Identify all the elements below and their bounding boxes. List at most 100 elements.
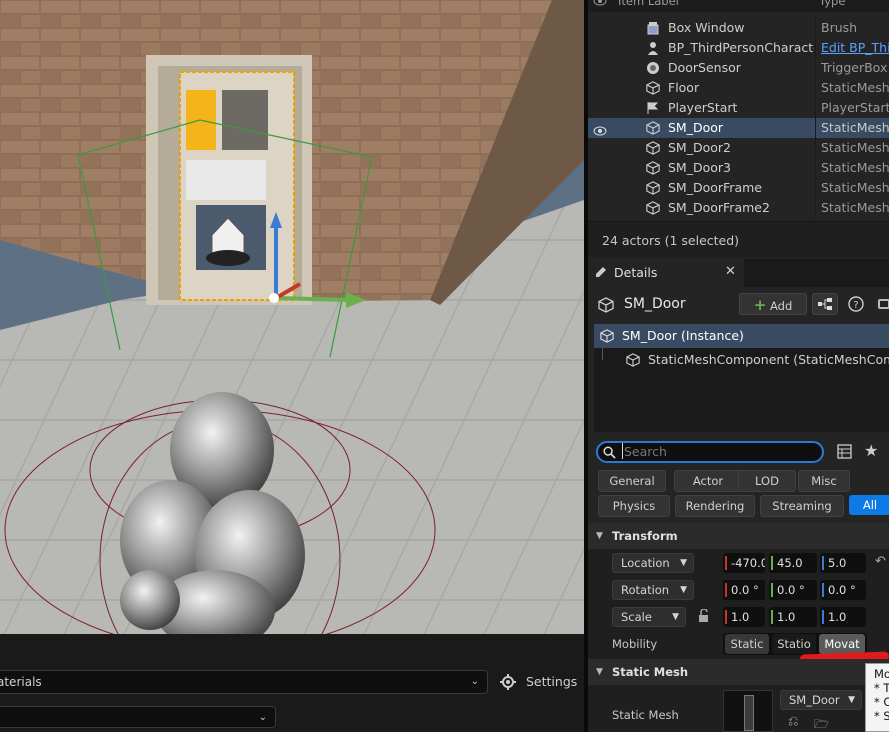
rotation-dropdown[interactable]: Rotation ▼ <box>612 580 694 600</box>
location-dropdown[interactable]: Location ▼ <box>612 553 694 573</box>
outliner-row-type[interactable]: Edit BP_Thir <box>821 38 889 58</box>
outliner-row-type: TriggerBox <box>821 60 888 75</box>
svg-text:?: ? <box>853 300 858 311</box>
level-viewport[interactable] <box>0 0 584 634</box>
scale-y-field[interactable]: 1.0 <box>769 607 817 627</box>
static-mesh-icon <box>646 141 660 155</box>
help-icon[interactable]: ? <box>848 296 864 312</box>
outliner-row-label: SM_Door3 <box>668 160 731 175</box>
outliner-row-label: PlayerStart <box>668 100 738 115</box>
mobility-static-button[interactable]: Static <box>725 634 769 654</box>
component-row-staticmesh[interactable]: StaticMeshComponent (StaticMeshCompo <box>594 348 889 372</box>
transform-section-header[interactable]: ▼ Transform <box>588 523 889 549</box>
scale-z-field[interactable]: 1.0 <box>820 607 866 627</box>
scale-y-value: 1.0 <box>777 610 796 624</box>
rotation-y-field[interactable]: 0.0 ° <box>769 580 817 600</box>
outliner-row-label: SM_DoorFrame <box>668 180 762 195</box>
add-component-button[interactable]: + Add <box>739 293 807 315</box>
scale-dropdown[interactable]: Scale ▼ <box>612 607 686 627</box>
static-mesh-picker[interactable]: SM_Door ▼ <box>780 690 862 710</box>
static-mesh-icon <box>646 161 660 175</box>
outliner-row-label: Box Window <box>668 20 745 35</box>
browse-arrow-icon[interactable]: ⎌ <box>788 714 798 729</box>
filter-actor[interactable]: Actor <box>674 470 742 492</box>
materials-filter-combo[interactable]: aterials ⌄ <box>0 670 488 694</box>
static-mesh-icon <box>646 121 660 135</box>
column-separator <box>815 38 816 58</box>
filter-lod[interactable]: LOD <box>738 470 796 492</box>
outliner-status-bar: 24 actors (1 selected) <box>588 221 889 257</box>
search-icon <box>603 446 616 459</box>
static-mesh-value: SM_Door <box>789 693 840 707</box>
secondary-filter-combo[interactable]: ⌄ <box>0 706 276 728</box>
outliner-row[interactable]: SM_DoorFrame StaticMeshA <box>588 178 889 198</box>
trigger-icon <box>646 61 660 75</box>
outliner-row[interactable]: PlayerStart PlayerStart <box>588 98 889 118</box>
filter-general[interactable]: General <box>598 470 666 492</box>
location-z-field[interactable]: 5.0 <box>820 553 866 573</box>
settings-button[interactable]: Settings <box>498 670 578 694</box>
star-icon[interactable]: ★ <box>864 441 878 460</box>
folder-icon[interactable]: 🗁 <box>814 715 829 732</box>
scale-x-value: 1.0 <box>731 610 750 624</box>
player-start-icon <box>646 101 660 115</box>
lock-icon[interactable] <box>878 299 889 309</box>
location-label: Location <box>621 556 670 570</box>
mobility-label: Mobility <box>612 637 658 651</box>
scale-x-field[interactable]: 1.0 <box>723 607 765 627</box>
outliner-header: Item Label Type <box>588 0 889 12</box>
outliner-row[interactable]: BP_ThirdPersonCharacte Edit BP_Thir <box>588 38 889 58</box>
blueprint-button[interactable] <box>812 293 838 315</box>
rotation-x-field[interactable]: 0.0 ° <box>723 580 765 600</box>
outliner-row[interactable]: SM_DoorFrame2 StaticMeshA <box>588 198 889 218</box>
details-search-input[interactable]: Search <box>596 441 824 463</box>
unlock-icon[interactable] <box>698 609 709 623</box>
rotation-z-value: 0.0 ° <box>828 583 856 597</box>
chevron-down-icon: ⌄ <box>258 712 267 723</box>
chevron-down-icon: ▼ <box>680 558 687 568</box>
actor-count-status: 24 actors (1 selected) <box>602 233 740 248</box>
filter-misc[interactable]: Misc <box>798 470 850 492</box>
tooltip-line: Mo <box>874 667 889 681</box>
filter-physics[interactable]: Physics <box>598 495 670 517</box>
mobility-movable-button[interactable]: Movat <box>819 634 865 654</box>
column-separator <box>815 138 816 158</box>
table-view-icon[interactable] <box>837 444 852 459</box>
blueprint-icon <box>818 298 832 310</box>
outliner-row[interactable]: Floor StaticMeshA <box>588 78 889 98</box>
mobility-stationary-button[interactable]: Statio <box>772 634 816 654</box>
static-mesh-section-header[interactable]: ▼ Static Mesh <box>588 659 889 685</box>
static-mesh-icon <box>646 201 660 215</box>
outliner-row[interactable]: SM_Door2 StaticMeshA <box>588 138 889 158</box>
static-mesh-icon <box>598 297 614 313</box>
outliner-row[interactable]: SM_Door StaticMeshA <box>588 118 889 138</box>
actor-name[interactable]: SM_Door <box>624 296 686 312</box>
close-icon[interactable]: ✕ <box>725 264 736 279</box>
outliner-row[interactable]: Box Window Brush <box>588 18 889 38</box>
filter-rendering[interactable]: Rendering <box>675 495 755 517</box>
outliner-row[interactable]: SM_Door3 StaticMeshA <box>588 158 889 178</box>
type-header[interactable]: Type <box>819 0 845 8</box>
item-label-header[interactable]: Item Label <box>618 0 679 8</box>
settings-label: Settings <box>526 674 578 689</box>
collapse-triangle-icon: ▼ <box>596 531 603 541</box>
rotation-z-field[interactable]: 0.0 ° <box>820 580 866 600</box>
mobility-tooltip: Mo * T * C * S <box>865 663 889 732</box>
column-separator <box>815 98 816 118</box>
location-y-field[interactable]: 45.0 <box>769 553 817 573</box>
reset-arrow-icon[interactable]: ↶ <box>875 554 886 569</box>
outliner-row-type: StaticMeshA <box>821 120 889 135</box>
outliner-row[interactable]: DoorSensor TriggerBox <box>588 58 889 78</box>
filter-all[interactable]: All <box>849 495 889 515</box>
component-row-instance[interactable]: SM_Door (Instance) <box>594 324 889 348</box>
column-separator <box>815 78 816 98</box>
materials-combo-text: aterials <box>0 675 42 689</box>
filter-streaming[interactable]: Streaming <box>760 495 844 517</box>
static-mesh-icon <box>600 329 614 343</box>
tab-details[interactable]: Details ✕ <box>588 259 744 287</box>
rotation-label: Rotation <box>621 583 670 597</box>
outliner-row-type: PlayerStart <box>821 100 889 115</box>
scale-z-value: 1.0 <box>828 610 847 624</box>
location-x-field[interactable]: -470.0 <box>723 553 765 573</box>
mesh-thumbnail[interactable] <box>723 690 773 732</box>
